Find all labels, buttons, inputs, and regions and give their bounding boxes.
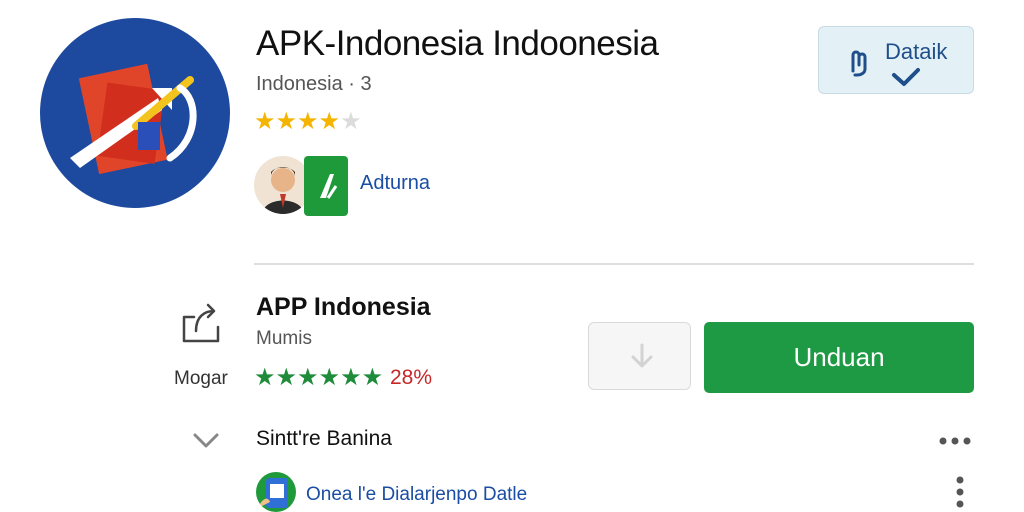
developer-name-link[interactable]: Adturna [360,172,430,195]
developer-badge-icon [304,156,348,216]
app-subtitle: Indonesia · 3 [256,73,372,95]
listing-subtitle: Mumis [256,328,312,349]
check-icon [892,68,920,86]
list-item-label[interactable]: Sintt're Banina [256,427,392,451]
detail-button[interactable]: Dataik [818,26,974,94]
side-action-label: Mogar [174,368,228,389]
listing-percent: 28% [390,366,433,389]
listing-title: APP Indonesia [256,293,431,321]
hand-icon [851,50,867,77]
more-vertical-icon[interactable] [955,475,965,512]
detail-button-label: Dataik [885,39,948,64]
app-title: APK-Indonesia Indoonesia [256,24,659,63]
app-rating-stars: ★★★★★ [254,107,362,136]
list-item-label[interactable]: Onea l'e Dialarjenpo Datle [306,484,527,506]
chevron-down-icon[interactable] [192,432,220,455]
listing-rating-stars: ★★★★★★ [254,364,384,391]
install-button[interactable]: Unduan [704,322,974,393]
star-icon: ★★★★ [254,108,341,135]
app-logo-icon [40,18,230,208]
share-icon[interactable] [180,303,222,350]
star-empty-icon: ★ [340,108,362,135]
download-icon [631,343,653,368]
app-thumb-icon[interactable] [256,472,296,512]
more-horizontal-icon[interactable] [938,433,972,451]
section-divider [254,263,974,265]
download-secondary-button[interactable] [588,322,691,390]
